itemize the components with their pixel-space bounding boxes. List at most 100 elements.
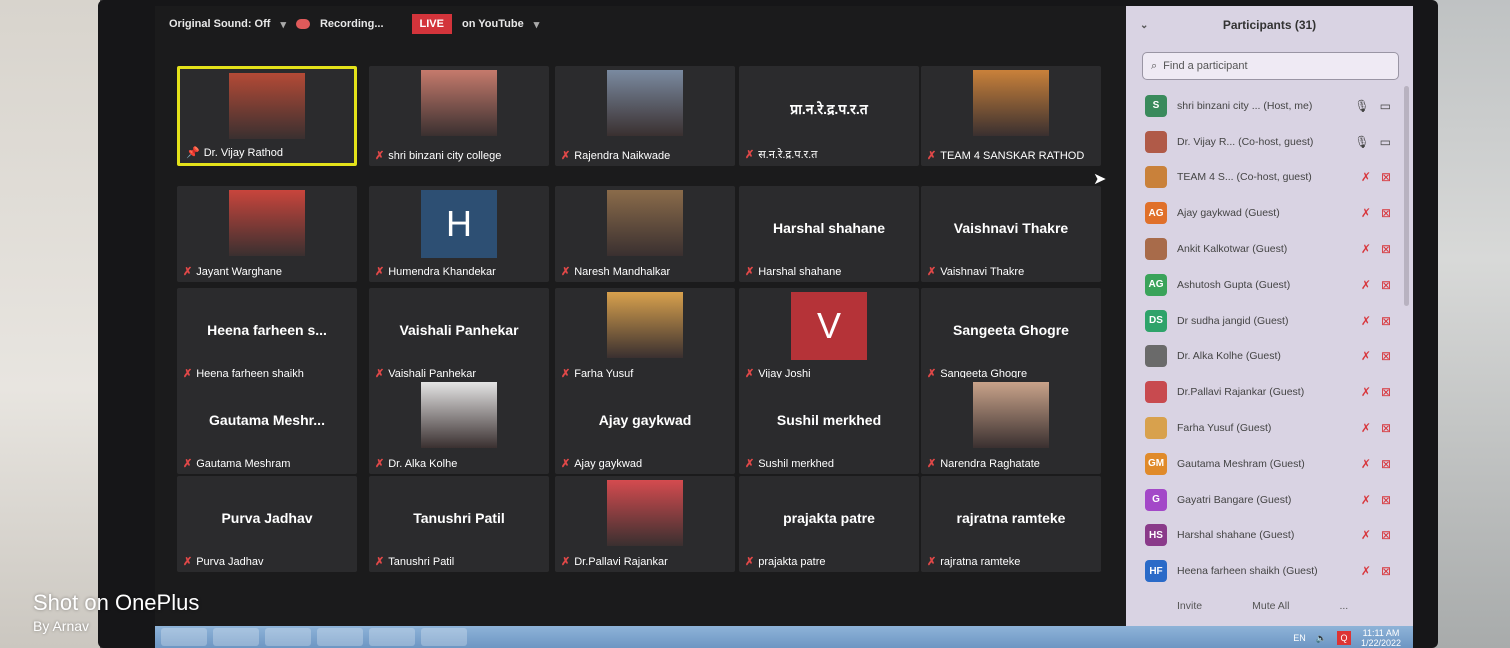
participant-row[interactable]: G Gayatri Bangare (Guest) ✗ ⊠ xyxy=(1126,482,1413,518)
clock[interactable]: 11:11 AM 1/22/2022 xyxy=(1361,628,1401,648)
video-tile[interactable]: Purva Jadhav ✗ Purva Jadhav xyxy=(177,476,357,572)
mic-off-icon[interactable]: ✗ xyxy=(1361,242,1371,256)
mic-off-icon[interactable]: ✗ xyxy=(1361,349,1371,363)
participant-row[interactable]: Dr. Vijay R... (Co-host, guest) 🎙 ▭ xyxy=(1126,124,1413,160)
video-off-icon[interactable]: ⊠ xyxy=(1381,170,1391,184)
mic-off-icon: ✗ xyxy=(745,458,755,470)
taskbar-app[interactable] xyxy=(213,628,259,646)
participants-panel: ⌄ Participants (31) ⌕ Find a participant… xyxy=(1126,6,1413,626)
video-tile[interactable]: prajakta patre ✗ prajakta patre xyxy=(739,476,919,572)
mic-off-icon[interactable]: ✗ xyxy=(1361,564,1371,578)
mic-off-icon[interactable]: ✗ xyxy=(1361,278,1371,292)
taskbar-app[interactable] xyxy=(161,628,207,646)
video-avatar xyxy=(607,292,683,358)
mute-all-button[interactable]: Mute All xyxy=(1252,600,1289,612)
mic-icon[interactable]: 🎙 xyxy=(1354,99,1369,113)
participant-search-input[interactable]: ⌕ Find a participant xyxy=(1142,52,1399,80)
mic-off-icon: ✗ xyxy=(375,458,385,470)
video-off-icon[interactable]: ⊠ xyxy=(1381,278,1391,292)
chevron-down-icon[interactable]: ▾ xyxy=(534,18,540,31)
video-off-icon[interactable]: ⊠ xyxy=(1381,206,1391,220)
video-tile[interactable]: 📌 Dr. Vijay Rathod xyxy=(177,66,357,166)
video-tile[interactable]: Sushil merkhed ✗ Sushil merkhed xyxy=(739,378,919,474)
video-tile[interactable]: ✗ Dr.Pallavi Rajankar xyxy=(555,476,735,572)
recording-status[interactable]: Recording... xyxy=(320,18,384,30)
volume-icon[interactable]: 🔈 xyxy=(1316,633,1327,644)
video-tile[interactable]: rajratna ramteke ✗ rajratna ramteke xyxy=(921,476,1101,572)
video-tile[interactable]: ✗ Jayant Warghane xyxy=(177,186,357,282)
video-tile[interactable]: Gautama Meshr... ✗ Gautama Meshram xyxy=(177,378,357,474)
video-tile[interactable]: Ajay gaykwad ✗ Ajay gaykwad xyxy=(555,378,735,474)
panel-scrollbar[interactable] xyxy=(1404,86,1409,306)
video-tile[interactable]: Sangeeta Ghogre ✗ Sangeeta Ghogre xyxy=(921,288,1101,384)
invite-button[interactable]: Invite xyxy=(1177,600,1202,612)
video-off-icon[interactable]: ⊠ xyxy=(1381,493,1391,507)
taskbar-app[interactable] xyxy=(421,628,467,646)
mic-off-icon[interactable]: ✗ xyxy=(1361,206,1371,220)
video-tile[interactable]: ✗ Naresh Mandhalkar xyxy=(555,186,735,282)
video-off-icon[interactable]: ⊠ xyxy=(1381,564,1391,578)
video-off-icon[interactable]: ⊠ xyxy=(1381,385,1391,399)
video-off-icon[interactable]: ⊠ xyxy=(1381,349,1391,363)
mic-off-icon[interactable]: ✗ xyxy=(1361,493,1371,507)
video-tile[interactable]: ✗ TEAM 4 SANSKAR RATHOD xyxy=(921,66,1101,166)
participant-row[interactable]: AG Ashutosh Gupta (Guest) ✗ ⊠ xyxy=(1126,267,1413,303)
tile-label: ✗ Narendra Raghatate xyxy=(927,457,1040,471)
video-tile[interactable]: V ✗ Vijay Joshi xyxy=(739,288,919,384)
participant-name: Dr. Alka Kolhe (Guest) xyxy=(1177,350,1281,363)
participant-row[interactable]: GM Gautama Meshram (Guest) ✗ ⊠ xyxy=(1126,446,1413,482)
participant-row[interactable]: HS Harshal shahane (Guest) ✗ ⊠ xyxy=(1126,518,1413,554)
mic-off-icon[interactable]: ✗ xyxy=(1361,457,1371,471)
participant-row[interactable]: TEAM 4 S... (Co-host, guest) ✗ ⊠ xyxy=(1126,160,1413,196)
video-avatar xyxy=(229,190,305,256)
mic-off-icon[interactable]: ✗ xyxy=(1361,314,1371,328)
video-off-icon[interactable]: ⊠ xyxy=(1381,421,1391,435)
video-tile[interactable]: ✗ Farha Yusuf xyxy=(555,288,735,384)
video-off-icon[interactable]: ⊠ xyxy=(1381,528,1391,542)
original-sound-toggle[interactable]: Original Sound: Off xyxy=(169,18,270,30)
video-icon[interactable]: ▭ xyxy=(1380,99,1391,113)
video-tile[interactable]: Tanushri Patil ✗ Tanushri Patil xyxy=(369,476,549,572)
live-platform[interactable]: on YouTube xyxy=(462,18,524,30)
tile-name: Rajendra Naikwade xyxy=(574,149,671,162)
video-avatar xyxy=(607,70,683,136)
participant-row[interactable]: Sshri binzani city ... (Host, me) 🎙 ▭ xyxy=(1126,88,1413,124)
mic-off-icon[interactable]: ✗ xyxy=(1361,170,1371,184)
live-badge[interactable]: LIVE xyxy=(411,14,452,34)
video-tile[interactable]: ✗ Rajendra Naikwade xyxy=(555,66,735,166)
video-tile[interactable]: प्रा.न.रे.द्र.प.र.त ✗ स.न.रे.द्र.प.र.त xyxy=(739,66,919,166)
video-off-icon[interactable]: ⊠ xyxy=(1381,314,1391,328)
participant-row[interactable]: AG Ajay gaykwad (Guest) ✗ ⊠ xyxy=(1126,195,1413,231)
video-tile[interactable]: ✗ Narendra Raghatate xyxy=(921,378,1101,474)
video-tile[interactable]: Vaishali Panhekar ✗ Vaishali Panhekar xyxy=(369,288,549,384)
participant-row[interactable]: Ankit Kalkotwar (Guest) ✗ ⊠ xyxy=(1126,231,1413,267)
video-off-icon[interactable]: ⊠ xyxy=(1381,242,1391,256)
taskbar-app[interactable] xyxy=(369,628,415,646)
mic-off-icon[interactable]: ✗ xyxy=(1361,528,1371,542)
participant-row[interactable]: Dr. Alka Kolhe (Guest) ✗ ⊠ xyxy=(1126,339,1413,375)
video-tile[interactable]: Heena farheen s... ✗ Heena farheen shaikh xyxy=(177,288,357,384)
video-off-icon[interactable]: ⊠ xyxy=(1381,457,1391,471)
video-tile[interactable]: ✗ shri binzani city college xyxy=(369,66,549,166)
video-tile[interactable]: Vaishnavi Thakre ✗ Vaishnavi Thakre xyxy=(921,186,1101,282)
mic-off-icon[interactable]: ✗ xyxy=(1361,385,1371,399)
participant-row[interactable]: DS Dr sudha jangid (Guest) ✗ ⊠ xyxy=(1126,303,1413,339)
participant-row[interactable]: HF Heena farheen shaikh (Guest) ✗ ⊠ xyxy=(1126,553,1413,589)
chevron-down-icon[interactable]: ▾ xyxy=(280,18,286,31)
mic-off-icon[interactable]: ✗ xyxy=(1361,421,1371,435)
mic-icon[interactable]: 🎙 xyxy=(1354,135,1369,149)
participant-controls: ✗ ⊠ xyxy=(1361,206,1391,220)
video-tile[interactable]: H ✗ Humendra Khandekar xyxy=(369,186,549,282)
video-tile[interactable]: Harshal shahane ✗ Harshal shahane xyxy=(739,186,919,282)
participant-row[interactable]: Dr.Pallavi Rajankar (Guest) ✗ ⊠ xyxy=(1126,374,1413,410)
taskbar-app[interactable] xyxy=(317,628,363,646)
video-icon[interactable]: ▭ xyxy=(1380,135,1391,149)
participant-row[interactable]: Farha Yusuf (Guest) ✗ ⊠ xyxy=(1126,410,1413,446)
video-avatar xyxy=(421,382,497,448)
app-tray-icon[interactable]: Q xyxy=(1336,631,1351,645)
language-indicator[interactable]: EN xyxy=(1293,633,1306,643)
more-button[interactable]: ... xyxy=(1339,600,1348,612)
taskbar-app[interactable] xyxy=(265,628,311,646)
collapse-chevron-icon[interactable]: ⌄ xyxy=(1140,20,1148,31)
video-tile[interactable]: ✗ Dr. Alka Kolhe xyxy=(369,378,549,474)
